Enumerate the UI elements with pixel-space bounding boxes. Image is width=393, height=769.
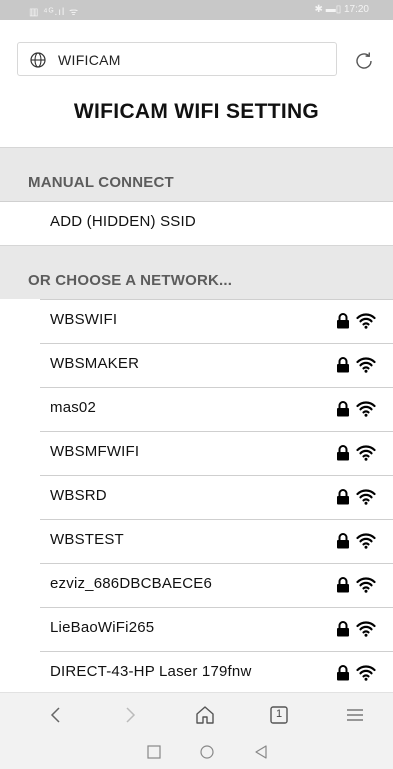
network-row[interactable]: DIRECT-43-HP Laser 179fnw xyxy=(0,651,393,695)
network-ssid: mas02 xyxy=(50,399,97,416)
lock-icon xyxy=(337,401,349,417)
triangle-back-icon[interactable] xyxy=(253,744,269,760)
network-row[interactable]: WBSTEST xyxy=(0,519,393,563)
section-header-manual: MANUAL CONNECT xyxy=(0,147,393,201)
url-text: WIFICAM xyxy=(58,52,121,68)
wifi-icon xyxy=(356,357,376,373)
browser-bottom-nav: 1 xyxy=(0,692,393,736)
page-title: WIFICAM WIFI SETTING xyxy=(73,100,320,123)
row-divider xyxy=(40,299,393,300)
recent-apps-icon[interactable] xyxy=(146,744,162,760)
wifi-icon xyxy=(356,621,376,637)
lock-icon xyxy=(337,665,349,681)
wifi-icon xyxy=(356,533,376,549)
section-header-choose: OR CHOOSE A NETWORK... xyxy=(0,245,393,299)
url-bar[interactable]: WIFICAM xyxy=(17,42,337,76)
wifi-icon xyxy=(356,313,376,329)
row-divider xyxy=(40,431,393,432)
network-row[interactable]: WBSMAKER xyxy=(0,343,393,387)
wifi-icon xyxy=(356,489,376,505)
lock-icon xyxy=(337,489,349,505)
add-hidden-ssid-label: ADD (HIDDEN) SSID xyxy=(50,213,196,230)
lock-icon xyxy=(337,313,349,329)
section-header-choose-label: OR CHOOSE A NETWORK... xyxy=(28,272,233,289)
wifi-icon xyxy=(356,445,376,461)
chevron-right-icon[interactable] xyxy=(118,703,142,727)
network-row[interactable]: LieBaoWiFi265 xyxy=(0,607,393,651)
lock-icon xyxy=(337,357,349,373)
network-row[interactable]: WBSRD xyxy=(0,475,393,519)
network-ssid: WBSMFWIFI xyxy=(50,443,140,460)
reload-icon[interactable] xyxy=(353,50,375,72)
network-row[interactable]: mas02 xyxy=(0,387,393,431)
row-divider xyxy=(40,519,393,520)
network-row[interactable]: ezviz_686DBCBAECE6 xyxy=(0,563,393,607)
menu-icon[interactable] xyxy=(343,703,367,727)
status-battery-time: ✱ ▬▯ 17:20 xyxy=(314,4,369,15)
network-row[interactable]: WBSWIFI xyxy=(0,299,393,343)
row-divider xyxy=(40,651,393,652)
home-icon[interactable] xyxy=(193,703,217,727)
wifi-icon xyxy=(356,401,376,417)
lock-icon xyxy=(337,533,349,549)
network-ssid: ezviz_686DBCBAECE6 xyxy=(50,575,213,592)
chevron-left-icon[interactable] xyxy=(44,703,68,727)
network-ssid: WBSMAKER xyxy=(50,355,140,372)
tabs-button[interactable]: 1 xyxy=(267,703,291,727)
network-ssid: WBSTEST xyxy=(50,531,124,548)
row-divider xyxy=(40,475,393,476)
row-divider xyxy=(40,387,393,388)
circle-home-icon[interactable] xyxy=(199,744,215,760)
lock-icon xyxy=(337,577,349,593)
row-divider xyxy=(40,607,393,608)
lock-icon xyxy=(337,445,349,461)
row-divider xyxy=(40,343,393,344)
status-bar: ▥ ⁴ᴳ.ıl ᯤ ✱ ▬▯ 17:20 xyxy=(0,0,393,20)
status-signal-indicators: ▥ ⁴ᴳ.ıl ᯤ xyxy=(29,7,80,18)
network-row[interactable]: WBSMFWIFI xyxy=(0,431,393,475)
tab-count: 1 xyxy=(275,708,283,720)
lock-icon xyxy=(337,621,349,637)
add-hidden-ssid-row[interactable]: ADD (HIDDEN) SSID xyxy=(0,201,393,245)
network-ssid: LieBaoWiFi265 xyxy=(50,619,155,636)
globe-icon xyxy=(30,52,46,68)
wifi-icon xyxy=(356,665,376,681)
network-ssid: WBSRD xyxy=(50,487,107,504)
system-nav-bar xyxy=(0,736,393,769)
section-header-manual-label: MANUAL CONNECT xyxy=(28,174,174,191)
row-divider xyxy=(40,563,393,564)
network-ssid: DIRECT-43-HP Laser 179fnw xyxy=(50,663,252,680)
network-ssid: WBSWIFI xyxy=(50,311,118,328)
wifi-icon xyxy=(356,577,376,593)
